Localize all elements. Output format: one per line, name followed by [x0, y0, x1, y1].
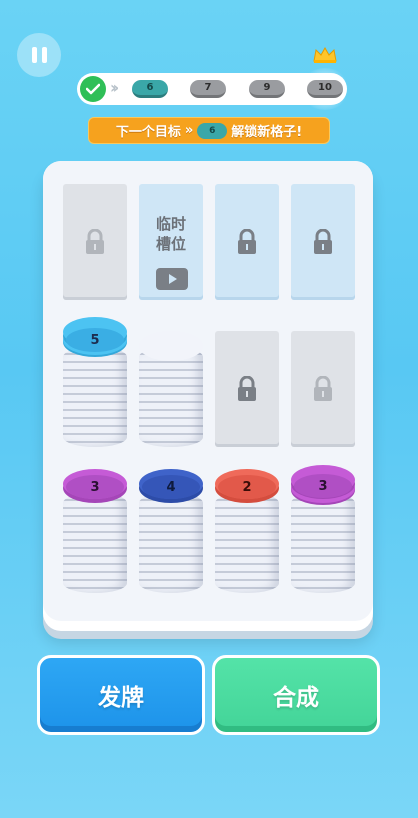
coin-stack-top: 2 [215, 469, 279, 499]
game-board: 临时 槽位 5 3 4 2 3 [43, 161, 373, 631]
coin-value: 3 [66, 475, 124, 499]
pause-icon-bar-left [31, 47, 37, 63]
crown-icon [313, 47, 337, 63]
progress-chip: 9 [249, 80, 285, 98]
coin-stack-body [63, 347, 127, 447]
coin-stack-top: 3 [63, 469, 127, 499]
chevron-right-icon: ›› [110, 78, 119, 97]
deal-button[interactable]: 发牌 [37, 655, 205, 735]
locked-slot[interactable] [291, 331, 355, 447]
locked-slot[interactable] [215, 184, 279, 300]
coin-stack[interactable]: 3 [63, 469, 127, 593]
banner-prefix: 下一个目标 [115, 125, 181, 140]
coin-stack[interactable]: 2 [215, 469, 279, 593]
coin-stack-body [291, 493, 355, 593]
coin-stack-body [215, 493, 279, 593]
coin-value: 5 [66, 328, 124, 352]
coin-stack-body [63, 493, 127, 593]
locked-slot[interactable] [63, 184, 127, 300]
coin-stack[interactable]: 3 [291, 465, 355, 593]
double-chevron-icon: » [184, 123, 194, 138]
coin-value: 4 [142, 475, 200, 499]
locked-slot[interactable] [215, 331, 279, 447]
coin-stack-body [139, 347, 203, 447]
banner-chip: 6 [197, 122, 228, 139]
level-progress-bar: ›› 6 7 9 10 [77, 73, 347, 105]
coin-stack-body [139, 493, 203, 593]
lock-icon [238, 376, 256, 401]
check-icon [80, 76, 106, 102]
locked-slot[interactable] [291, 184, 355, 300]
video-ad-icon [156, 268, 188, 290]
temporary-slot-label: 临时 槽位 [155, 215, 186, 253]
banner-suffix: 解锁新格子! [231, 125, 303, 140]
progress-chip: 7 [190, 80, 226, 98]
coin-value: 2 [218, 475, 276, 499]
pause-button[interactable] [17, 33, 61, 77]
lock-icon [86, 229, 104, 254]
lock-icon [238, 229, 256, 254]
coin-value: 3 [294, 474, 352, 498]
coin-stack-top: 5 [63, 317, 127, 352]
temporary-slot[interactable]: 临时 槽位 [139, 184, 203, 300]
progress-chip-goal: 10 [307, 80, 343, 98]
board-surface: 临时 槽位 5 3 4 2 3 [43, 161, 373, 621]
coin-stack[interactable]: 4 [139, 469, 203, 593]
lock-icon [314, 229, 332, 254]
merge-button[interactable]: 合成 [212, 655, 380, 735]
pause-icon-bar-right [41, 47, 47, 63]
coin-stack-top [139, 331, 203, 361]
coin-stack[interactable]: 5 [63, 317, 127, 447]
coin-stack-top: 3 [291, 465, 355, 498]
coin-stack[interactable] [139, 327, 203, 447]
coin-stack-top: 4 [139, 469, 203, 499]
lock-icon [314, 376, 332, 401]
progress-chip-current: 6 [132, 80, 168, 98]
next-goal-banner: 下一个目标 » 6 解锁新格子! [88, 117, 330, 144]
